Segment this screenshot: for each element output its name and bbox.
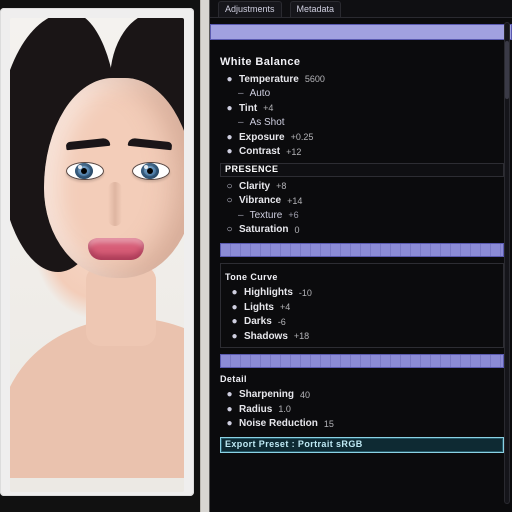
bullet-icon: ● [226,389,233,402]
property-row[interactable]: ○ Saturation 0 [226,224,504,237]
section-title: Tone Curve [225,272,499,283]
section-title: Detail [220,374,504,385]
dash-icon: – [238,117,244,130]
app-root: Adjustments Metadata White Balance ● Tem… [0,0,512,512]
property-label: Clarity [239,181,270,194]
property-row[interactable]: ○ Clarity +8 [226,181,504,194]
bullet-icon: ● [231,302,238,315]
property-label: Exposure [239,132,285,145]
selected-preset-row[interactable]: Export Preset : Portrait sRGB [220,437,504,453]
property-label: Radius [239,404,272,417]
bullet-icon: ● [231,331,238,344]
property-value: 1.0 [278,404,291,415]
bullet-icon: ○ [226,181,233,194]
property-value: 0 [294,225,299,236]
tab-metadata[interactable]: Metadata [290,1,342,17]
selected-preset-label: Export Preset : Portrait sRGB [225,439,363,450]
property-label: Saturation [239,224,288,237]
property-row[interactable]: ● Darks -6 [231,316,499,329]
property-value: +0.25 [291,132,314,143]
property-row[interactable]: ● Contrast +12 [226,146,504,159]
dash-icon: – [238,210,244,223]
property-row[interactable]: ● Temperature 5600 [226,74,504,87]
image-viewport[interactable] [0,0,200,512]
property-row[interactable]: ● Noise Reduction 15 [226,418,504,431]
bullet-icon: ● [231,287,238,300]
property-row[interactable]: ● Tint +4 [226,103,504,116]
property-row[interactable]: ○ Vibrance +14 [226,195,504,208]
property-row[interactable]: ● Shadows +18 [231,331,499,344]
property-subrow[interactable]: – Auto [238,88,504,101]
property-row[interactable]: ● Sharpening 40 [226,389,504,402]
section-divider: PRESENCE [220,163,504,177]
bullet-icon: ● [226,404,233,417]
pane-splitter[interactable] [200,0,210,512]
property-value: +12 [286,147,301,158]
property-label: Noise Reduction [239,418,318,431]
value-bar[interactable] [220,354,504,368]
section-divider-label: PRESENCE [225,164,279,175]
bullet-icon: ○ [226,224,233,237]
property-value: +18 [294,331,309,342]
bullet-icon: ○ [226,195,233,208]
property-value: -6 [278,317,286,328]
property-label: Vibrance [239,195,281,208]
bullet-icon: ● [231,316,238,329]
panel-scroll-area[interactable]: White Balance ● Temperature 5600 – Auto … [210,46,512,461]
property-label: Tint [239,103,257,116]
portrait-eye [66,162,104,180]
section-title: White Balance [220,56,504,70]
property-sublabel: Auto [250,88,271,101]
portrait-lips [88,238,144,260]
panel-tabbar: Adjustments Metadata [210,0,512,18]
scrollbar-thumb[interactable] [505,41,509,99]
property-value: +8 [276,181,286,192]
property-value: +6 [288,210,298,221]
property-label: Sharpening [239,389,294,402]
property-value: -10 [299,288,312,299]
property-row[interactable]: ● Lights +4 [231,302,499,315]
tab-adjustments[interactable]: Adjustments [218,1,282,17]
property-label: Contrast [239,146,280,159]
property-label: Temperature [239,74,299,87]
portrait-neck [86,266,156,346]
portrait-eye [132,162,170,180]
property-value: 5600 [305,74,325,85]
property-label: Highlights [244,287,293,300]
property-subrow[interactable]: – Texture +6 [238,210,504,223]
property-sublabel: As Shot [250,117,285,130]
property-label: Shadows [244,331,288,344]
header-bar [210,24,512,40]
adjustments-panel: Adjustments Metadata White Balance ● Tem… [210,0,512,512]
portrait-image [10,18,184,492]
bullet-icon: ● [226,146,233,159]
property-label: Lights [244,302,274,315]
image-frame [0,8,194,496]
property-sublabel: Texture [250,210,283,223]
portrait-nose [108,182,122,226]
bullet-icon: ● [226,418,233,431]
scrollbar-track[interactable] [504,22,510,504]
property-value: +4 [280,302,290,313]
property-value: +14 [287,196,302,207]
property-value: +4 [263,103,273,114]
dash-icon: – [238,88,244,101]
property-row[interactable]: ● Radius 1.0 [226,404,504,417]
property-subrow[interactable]: – As Shot [238,117,504,130]
property-value: 40 [300,390,310,401]
bullet-icon: ● [226,132,233,145]
bullet-icon: ● [226,74,233,87]
property-label: Darks [244,316,272,329]
property-row[interactable]: ● Highlights -10 [231,287,499,300]
group-box: Tone Curve ● Highlights -10 ● Lights +4 … [220,263,504,348]
bullet-icon: ● [226,103,233,116]
property-value: 15 [324,419,334,430]
property-row[interactable]: ● Exposure +0.25 [226,132,504,145]
value-bar[interactable] [220,243,504,257]
